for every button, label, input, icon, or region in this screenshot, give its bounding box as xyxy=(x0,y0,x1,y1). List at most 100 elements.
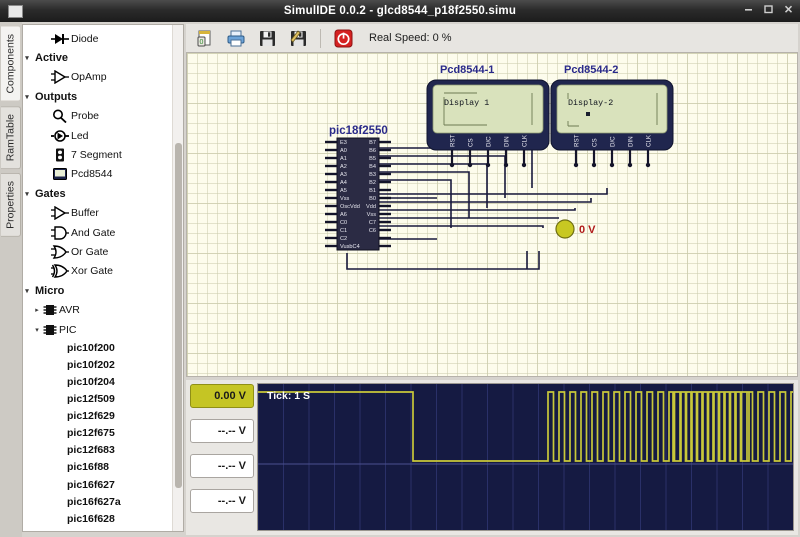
voltage-readout-2[interactable]: --.-- V xyxy=(190,419,254,443)
tree-item-opamp[interactable]: OpAmp xyxy=(23,68,183,87)
minimize-button[interactable] xyxy=(743,4,754,14)
svg-text:B6: B6 xyxy=(369,148,376,154)
chip-label: pic12f509 xyxy=(67,393,115,405)
or-gate-icon xyxy=(49,244,71,260)
tab-properties[interactable]: Properties xyxy=(1,173,21,237)
save-button[interactable] xyxy=(254,26,280,50)
tree-item-label: Buffer xyxy=(71,207,99,219)
chip-label: pic16f88 xyxy=(67,461,109,473)
tree-item-xor-gate[interactable]: Xor Gate xyxy=(23,262,183,281)
main-toolbar: 0 xyxy=(186,24,798,52)
tree-item-label: OpAmp xyxy=(71,71,107,83)
tree-item-led[interactable]: Led xyxy=(23,126,183,145)
tab-ramtable-label: RamTable xyxy=(5,114,17,161)
oscilloscope[interactable]: Tick: 1 S xyxy=(257,383,794,531)
voltage-readout-4[interactable]: --.-- V xyxy=(190,489,254,513)
collapse-arrow-icon[interactable]: ▾ xyxy=(23,287,31,295)
tree-item-micro[interactable]: ▾Micro xyxy=(23,281,183,300)
seven-segment-icon xyxy=(49,147,71,163)
power-button[interactable] xyxy=(330,26,356,50)
svg-text:DIN: DIN xyxy=(504,136,511,147)
tree-item-pic16f628[interactable]: pic16f628 xyxy=(23,510,183,527)
ground-wire xyxy=(347,251,539,269)
tree-item-probe[interactable]: Probe xyxy=(23,107,183,126)
svg-text:B3: B3 xyxy=(369,172,376,178)
tab-components-label: Components xyxy=(5,34,17,94)
tree-item-pic16f627a[interactable]: pic16f627a xyxy=(23,493,183,510)
close-button[interactable] xyxy=(783,4,794,14)
tree-item-pic10f204[interactable]: pic10f204 xyxy=(23,373,183,390)
tree-item-outputs[interactable]: ▾ Outputs xyxy=(23,87,183,106)
svg-text:B5: B5 xyxy=(369,156,376,162)
voltage-readouts: 0.00 V --.-- V --.-- V --.-- V xyxy=(190,384,254,513)
tree-item-pic12f629[interactable]: pic12f629 xyxy=(23,408,183,425)
save-as-button[interactable] xyxy=(285,26,311,50)
svg-text:CLK: CLK xyxy=(646,134,653,147)
tree-item-label: Gates xyxy=(35,188,66,200)
chip-label: pic16f628a xyxy=(67,530,121,532)
tree-item-pic12f675[interactable]: pic12f675 xyxy=(23,425,183,442)
collapse-arrow-icon[interactable]: ▾ xyxy=(23,190,31,198)
collapse-arrow-icon[interactable]: ▾ xyxy=(23,93,31,101)
mcu-left-pins xyxy=(325,142,337,246)
tab-properties-label: Properties xyxy=(5,181,17,229)
tree-item-pic[interactable]: ▾PIC xyxy=(23,320,183,339)
window-controls xyxy=(743,4,794,14)
svg-text:RST: RST xyxy=(450,134,457,147)
display-1-title: Pcd8544-1 xyxy=(440,64,494,76)
chip-icon xyxy=(41,322,59,338)
expand-arrow-icon[interactable]: ▾ xyxy=(33,326,41,334)
tree-item-pic16f628a[interactable]: pic16f628a xyxy=(23,527,183,532)
svg-text:OscVdd: OscVdd xyxy=(340,204,360,210)
maximize-button[interactable] xyxy=(763,4,774,14)
probe-icon xyxy=(49,108,71,124)
display-pcd8544-2[interactable]: Pcd8544-2 Display-2 RSTCSD/CDINCLK xyxy=(551,64,673,167)
chip-icon xyxy=(41,302,59,318)
display-2-screen-text: Display-2 xyxy=(568,98,613,108)
component-tree: Diode▾Active OpAmp ▾ Outputs Probe Led 7 Segme… xyxy=(23,25,183,532)
tree-item-active[interactable]: ▾Active xyxy=(23,48,183,67)
svg-text:C6: C6 xyxy=(369,228,376,234)
tree-item-gates[interactable]: ▾ Gates xyxy=(23,184,183,203)
sidebar-scrollbar-thumb[interactable] xyxy=(175,143,182,488)
display-pcd8544-1[interactable]: Pcd8544-1 Display 1 RSTCSD/CDINCLK xyxy=(427,64,549,167)
tree-item-avr[interactable]: ▸AVR xyxy=(23,300,183,319)
tab-ramtable[interactable]: RamTable xyxy=(1,106,21,169)
svg-text:B2: B2 xyxy=(369,180,376,186)
print-button[interactable] xyxy=(223,26,249,50)
tree-item-diode[interactable]: Diode xyxy=(23,29,183,48)
tree-item-pic16f627[interactable]: pic16f627 xyxy=(23,476,183,493)
mcu-label: pic18f2550 xyxy=(329,125,388,137)
voltage-readout-3[interactable]: --.-- V xyxy=(190,454,254,478)
svg-text:B0: B0 xyxy=(369,196,376,202)
tree-item-pic16f88[interactable]: pic16f88 xyxy=(23,459,183,476)
tree-item-and-gate[interactable]: And Gate xyxy=(23,223,183,242)
circuit-canvas[interactable]: pic18f2550 xyxy=(186,52,798,377)
component-tree-panel[interactable]: Diode▾Active OpAmp ▾ Outputs Probe Led 7 Segme… xyxy=(22,24,184,532)
tree-item-pic12f683[interactable]: pic12f683 xyxy=(23,442,183,459)
new-circuit-button[interactable]: 0 xyxy=(192,26,218,50)
sidebar-tabs: Components RamTable Properties xyxy=(0,22,22,537)
tree-item-7-segment[interactable]: 7 Segment xyxy=(23,145,183,164)
tree-item-label: Probe xyxy=(71,110,99,122)
tab-components[interactable]: Components xyxy=(1,26,21,102)
tree-item-or-gate[interactable]: Or Gate xyxy=(23,242,183,261)
tree-item-label: Xor Gate xyxy=(71,265,113,277)
voltage-readout-1[interactable]: 0.00 V xyxy=(190,384,254,408)
tree-item-pcd8544[interactable]: Pcd8544 xyxy=(23,165,183,184)
sidebar-scrollbar[interactable] xyxy=(172,25,183,531)
tree-item-label: Outputs xyxy=(35,91,77,103)
display-2-pins xyxy=(576,150,648,165)
window-title: SimulIDE 0.0.2 - glcd8544_p18f2550.simu xyxy=(0,5,800,17)
svg-text:CS: CS xyxy=(592,138,599,147)
tree-item-pic10f202[interactable]: pic10f202 xyxy=(23,356,183,373)
tree-item-buffer[interactable]: Buffer xyxy=(23,204,183,223)
ground-node[interactable]: 0 V xyxy=(556,220,596,238)
tree-item-pic10f200[interactable]: pic10f200 xyxy=(23,339,183,356)
scope-waveform xyxy=(258,384,794,531)
collapse-arrow-icon[interactable]: ▾ xyxy=(23,54,31,62)
tree-item-pic12f509[interactable]: pic12f509 xyxy=(23,391,183,408)
ground-label: 0 V xyxy=(579,224,596,236)
collapse-arrow-icon[interactable]: ▸ xyxy=(33,306,41,314)
tree-item-label: 7 Segment xyxy=(71,149,122,161)
